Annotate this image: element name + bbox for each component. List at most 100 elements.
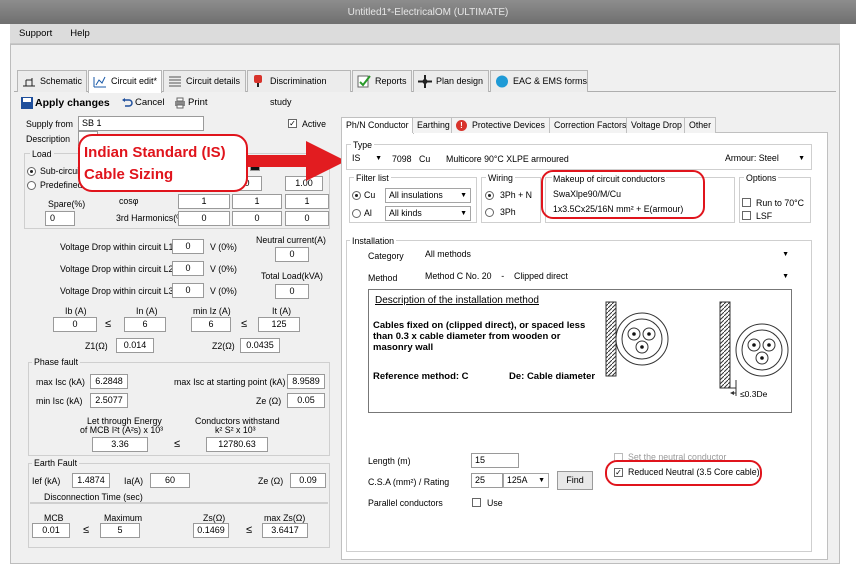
run-70-label: Run to 70°C: [756, 198, 805, 208]
cu-label: Cu: [364, 190, 376, 200]
max-isc-label: max Isc (kA): [36, 377, 85, 387]
le-symbol: ≤: [83, 524, 90, 536]
tab-voltage-drop[interactable]: Voltage Drop: [626, 117, 687, 133]
spare-label: Spare(%): [48, 199, 86, 209]
schematic-icon: [22, 75, 36, 88]
harm-l3[interactable]: 0: [285, 211, 329, 226]
tab-reports[interactable]: Reports: [352, 70, 412, 92]
makeup-highlight: [541, 170, 705, 219]
vd3-field: 0: [172, 283, 204, 298]
armour-select[interactable]: Armour: Steel ▼: [722, 152, 808, 167]
reports-icon: [357, 75, 371, 88]
vd1-field: 0: [172, 239, 204, 254]
neutral-current-field: 0: [275, 247, 309, 262]
3ph-radio[interactable]: [485, 208, 494, 217]
le-symbol: ≤: [105, 318, 112, 330]
tab-plan-design[interactable]: Plan design: [413, 70, 489, 92]
use-label: Use: [487, 498, 503, 508]
category-select[interactable]: All methods ▼: [422, 248, 792, 263]
tab-earthing[interactable]: Earthing: [412, 117, 455, 133]
menu-help[interactable]: Help: [61, 24, 99, 43]
vd3-unit: V (0%): [210, 286, 237, 296]
lsf-checkbox[interactable]: [742, 211, 751, 220]
ze2-label: Ze (Ω): [258, 476, 284, 486]
print-button[interactable]: Print: [173, 96, 208, 110]
method-select[interactable]: Method C No. 20 - Clipped direct ▼: [422, 270, 792, 285]
rating-select[interactable]: 125A ▼: [503, 473, 549, 488]
find-button[interactable]: Find: [557, 471, 593, 490]
ief-label: Ief (kA): [32, 476, 61, 486]
active-checkbox[interactable]: ✓: [288, 119, 297, 128]
parallel-label: Parallel conductors: [368, 498, 443, 508]
use-checkbox[interactable]: [472, 498, 481, 507]
length-label: Length (m): [368, 456, 411, 466]
tab-eac-ems[interactable]: EAC & EMS forms: [490, 70, 588, 92]
menu-support[interactable]: Support: [10, 24, 61, 43]
supply-from-field[interactable]: SB 1: [78, 116, 204, 131]
de-label: De: Cable diameter: [509, 371, 596, 382]
vd1-label: Voltage Drop within circuit L1: [60, 242, 174, 252]
tab-schematic[interactable]: Schematic: [17, 70, 87, 92]
standard-select[interactable]: IS ▼: [349, 152, 385, 167]
zs-field: 0.1469: [193, 523, 229, 538]
insulation-select[interactable]: All insulations ▼: [385, 188, 471, 203]
tab-other[interactable]: Other: [684, 117, 717, 133]
vd2-unit: V (0%): [210, 264, 237, 274]
harm-l2[interactable]: 0: [232, 211, 282, 226]
csa-field[interactable]: 25: [471, 473, 503, 488]
it-field: 125: [258, 317, 300, 332]
cancel-button[interactable]: Cancel: [120, 96, 165, 110]
alert-icon: !: [456, 120, 467, 131]
lsf-label: LSF: [756, 211, 773, 221]
menu-bar: Support Help: [10, 24, 840, 44]
divider: [30, 502, 328, 504]
ief-field: 1.4874: [72, 473, 110, 488]
tab-circuit-details[interactable]: Circuit details: [163, 70, 246, 92]
spare-spinner[interactable]: 0: [45, 211, 75, 226]
undo-icon: [121, 97, 133, 109]
ib-field: 0: [53, 317, 97, 332]
vd3-label: Voltage Drop within circuit L3: [60, 286, 174, 296]
annotation-line-1: Indian Standard (IS): [84, 144, 226, 161]
subcircuit-label: Sub-circuit: [40, 166, 82, 176]
tab-correction-factors[interactable]: Correction Factors: [549, 117, 632, 133]
length-field[interactable]: 15: [471, 453, 519, 468]
al-radio[interactable]: [352, 209, 361, 218]
subcircuit-radio[interactable]: [27, 167, 36, 176]
circuit-edit-icon: [93, 75, 107, 88]
kinds-select[interactable]: All kinds ▼: [385, 206, 471, 221]
z1-field: 0.014: [116, 338, 154, 353]
vd2-label: Voltage Drop within circuit L2: [60, 264, 174, 274]
earth-fault-label: Earth Fault: [32, 458, 80, 469]
method-label: Method: [368, 273, 398, 283]
vd2-field: 0: [172, 261, 204, 276]
let-through-label-2: of MCB I²t (A²s) x 10³: [80, 425, 164, 435]
tab-discrimination-study[interactable]: Discrimination study: [247, 70, 351, 107]
mcb-field: 0.01: [32, 523, 70, 538]
min-isc-field: 2.5077: [90, 393, 128, 408]
cu-radio[interactable]: [352, 191, 361, 200]
min-isc-label: min Isc (kA): [36, 396, 83, 406]
options-label: Options: [744, 173, 779, 184]
supply-from-label: Supply from: [26, 119, 73, 129]
predefined-radio[interactable]: [27, 181, 36, 190]
cos-l1[interactable]: 1: [178, 194, 230, 209]
withstand-field: 12780.63: [206, 437, 268, 452]
harm-l1[interactable]: 0: [178, 211, 230, 226]
tab-ph-n-conductor[interactable]: Ph/N Conductor: [341, 117, 414, 134]
le-symbol: ≤: [246, 524, 253, 536]
tab-protective-devices[interactable]: ! Protective Devices: [451, 117, 550, 133]
3ph-n-radio[interactable]: [485, 191, 494, 200]
type-description: Multicore 90°C XLPE armoured: [446, 154, 569, 164]
csa-label: C.S.A (mm²) / Rating: [368, 477, 450, 487]
z2-label: Z2(Ω): [212, 341, 235, 351]
load-label: Load: [30, 149, 54, 160]
cos-l2[interactable]: 1: [232, 194, 282, 209]
3ph-n-label: 3Ph + N: [500, 190, 533, 200]
iz-field: 6: [191, 317, 231, 332]
cos-l3[interactable]: 1: [285, 194, 329, 209]
phase-fault-label: Phase fault: [32, 357, 81, 368]
apply-changes-button[interactable]: Apply changes: [20, 96, 110, 110]
tab-circuit-edit[interactable]: Circuit edit*: [88, 70, 162, 93]
run-70-checkbox[interactable]: [742, 198, 751, 207]
